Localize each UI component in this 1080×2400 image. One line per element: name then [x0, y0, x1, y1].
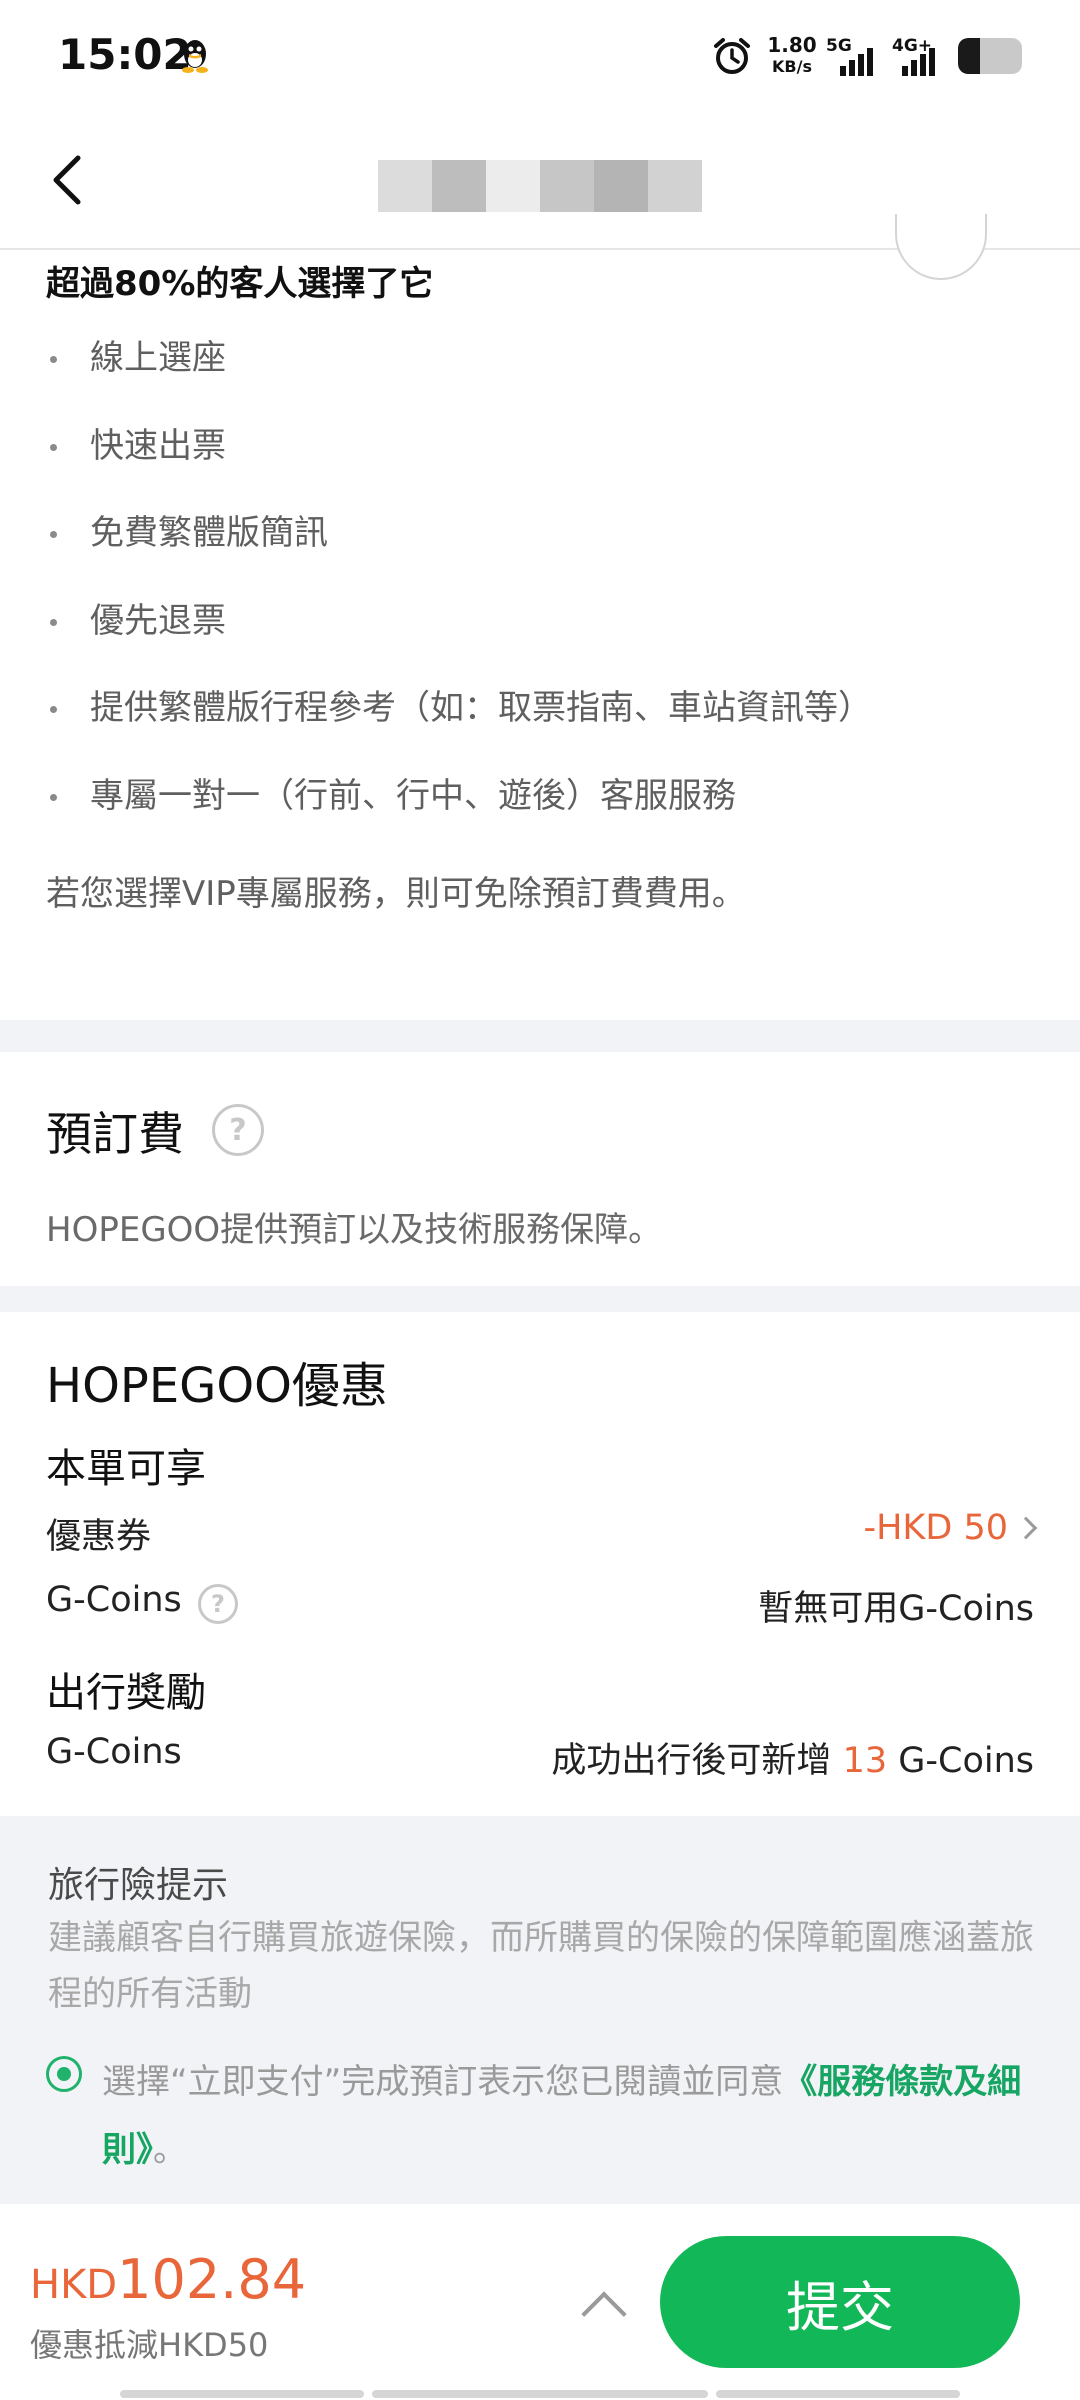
- reward-amount: 13: [842, 1741, 888, 1781]
- help-icon[interactable]: ?: [212, 1104, 264, 1156]
- network-speed-unit: KB/s: [772, 57, 812, 76]
- insurance-tip-section: 旅行險提示 建議顧客自行購買旅遊保險，而所購買的保險的保障範圍應涵蓋旅程的所有活…: [0, 1816, 1080, 2204]
- network-speed: 1.80 KB/s: [764, 34, 820, 78]
- insurance-text: 建議顧客自行購買旅遊保險，而所購買的保險的保障範圍應涵蓋旅程的所有活動: [48, 1918, 1034, 2014]
- reward-text: 成功出行後可新增 13 G-Coins: [551, 1732, 1034, 1783]
- list-item: 專屬一對一（行前、行中、遊後）客服服務: [46, 776, 872, 864]
- coupon-row[interactable]: -HKD 50: [863, 1508, 1038, 1548]
- promo-reward-heading: 出行獎勵: [46, 1670, 206, 1716]
- chevron-right-icon: [1014, 1516, 1038, 1540]
- vip-service-section: 超過80%的客人選擇了它 線上選座 快速出票 免費繁體版簡訊 優先退票 提供繁體…: [0, 214, 1080, 1020]
- agreement-end: 。: [153, 2130, 187, 2170]
- alarm-icon: [714, 38, 750, 74]
- list-item: 免費繁體版簡訊: [46, 513, 872, 601]
- agreement-body: 選擇“立即支付”完成預訂表示您已閱讀並同意: [102, 2062, 784, 2102]
- booking-fee-description: HOPEGOO提供預訂以及技術服務保障。: [46, 1210, 663, 1250]
- promo-section: HOPEGOO優惠 本單可享 優惠券 -HKD 50 G-Coins ? 暫無可…: [0, 1312, 1080, 1816]
- booking-fee-title: 預訂費: [46, 1107, 184, 1161]
- reward-label: G-Coins: [46, 1732, 182, 1772]
- agree-radio[interactable]: [46, 2056, 82, 2092]
- gcoins-value: 暫無可用G-Coins: [758, 1589, 1034, 1629]
- nav-indicator: [716, 2390, 960, 2398]
- vip-benefit-list: 線上選座 快速出票 免費繁體版簡訊 優先退票 提供繁體版行程參考（如：取票指南、…: [46, 338, 872, 863]
- chevron-up-icon[interactable]: [581, 2291, 627, 2337]
- nav-indicator: [120, 2390, 364, 2398]
- booking-fee-section: 預訂費 ? HOPEGOO提供預訂以及技術服務保障。: [0, 1052, 1080, 1286]
- discount-text: 優惠抵減HKD50: [30, 2326, 269, 2364]
- signal-5g-icon: 5G: [826, 36, 884, 80]
- back-arrow-icon[interactable]: [40, 148, 100, 212]
- list-item: 線上選座: [46, 338, 872, 426]
- battery-level: [958, 38, 981, 74]
- list-item: 提供繁體版行程參考（如：取票指南、車站資訊等）: [46, 688, 872, 776]
- section-divider: [0, 1286, 1080, 1312]
- coupon-value: -HKD 50: [863, 1508, 1008, 1548]
- status-bar: 15:02 1.80 KB/s 5G 4G+: [0, 0, 1080, 112]
- agreement-text: 選擇“立即支付”完成預訂表示您已閱讀並同意《服務條款及細則》。: [102, 2048, 1022, 2184]
- vip-headline: 超過80%的客人選擇了它: [46, 264, 434, 304]
- qq-icon: [182, 40, 208, 73]
- submit-button[interactable]: 提交: [660, 2236, 1020, 2368]
- insurance-title: 旅行險提示: [48, 1865, 229, 1906]
- list-item: 優先退票: [46, 601, 872, 689]
- battery-icon: [958, 38, 1022, 74]
- coupon-label: 優惠券: [46, 1517, 152, 1557]
- price-currency: HKD: [30, 2262, 118, 2308]
- gcoins-label: G-Coins: [46, 1580, 182, 1620]
- total-price: HKD102.84: [30, 2248, 306, 2311]
- promo-title: HOPEGOO優惠: [46, 1358, 388, 1414]
- list-item: 快速出票: [46, 426, 872, 514]
- promo-current-heading: 本單可享: [46, 1446, 206, 1492]
- network-speed-value: 1.80: [767, 33, 817, 57]
- signal-4g-icon: 4G+: [892, 36, 950, 80]
- reward-suffix: G-Coins: [898, 1741, 1034, 1781]
- page-title-blurred: [378, 160, 702, 212]
- section-divider: [0, 1020, 1080, 1052]
- price-amount: 102.84: [117, 2248, 307, 2311]
- vip-note: 若您選擇VIP專屬服務，則可免除預訂費費用。: [46, 874, 746, 914]
- status-time: 15:02: [58, 30, 192, 79]
- help-icon[interactable]: ?: [198, 1584, 238, 1624]
- nav-indicator: [372, 2390, 708, 2398]
- vip-toggle-switch[interactable]: [895, 214, 987, 280]
- bottom-action-bar: HKD102.84 優惠抵減HKD50 提交: [0, 2204, 1080, 2400]
- reward-prefix: 成功出行後可新增: [551, 1741, 832, 1781]
